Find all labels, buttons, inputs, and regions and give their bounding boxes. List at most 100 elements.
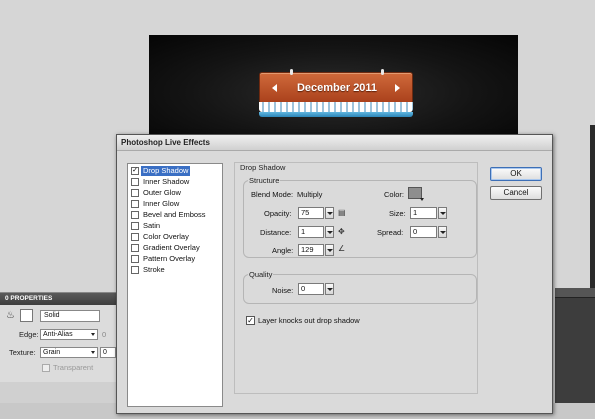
effect-item-inner-glow[interactable]: Inner Glow <box>130 199 222 209</box>
noise-dropdown[interactable] <box>325 283 334 295</box>
transparent-checkbox[interactable] <box>42 364 50 372</box>
calendar-header: December 2011 <box>259 69 413 104</box>
spread-label: Spread: <box>377 228 404 237</box>
effect-checkbox[interactable] <box>131 233 139 241</box>
effect-label: Inner Glow <box>143 199 180 208</box>
size-input[interactable]: 1 <box>410 207 437 219</box>
size-label: Size: <box>389 209 406 218</box>
angle-value: 129 <box>301 245 314 254</box>
effect-label: Pattern Overlay <box>143 254 196 263</box>
effect-item-inner-shadow[interactable]: Inner Shadow <box>130 177 222 187</box>
texture-value: Grain <box>43 349 61 356</box>
effect-checkbox[interactable] <box>131 178 139 186</box>
opacity-input[interactable]: 75 <box>298 207 324 219</box>
calendar-binding <box>259 102 413 112</box>
effect-item-pattern-overlay[interactable]: Pattern Overlay <box>130 254 222 264</box>
right-panel-titlebar <box>555 288 595 298</box>
edge-number: 0 <box>102 330 107 339</box>
effect-item-stroke[interactable]: Stroke <box>130 265 222 275</box>
effect-checkbox[interactable] <box>131 200 139 208</box>
effect-label: Stroke <box>143 265 165 274</box>
noise-label: Noise: <box>272 286 294 295</box>
effect-checkbox[interactable] <box>131 255 139 263</box>
move-icon[interactable]: ✥ <box>338 227 345 237</box>
texture-number-field[interactable]: 0 <box>100 347 116 358</box>
opacity-dropdown[interactable] <box>325 207 334 219</box>
effect-item-satin[interactable]: Satin <box>130 221 222 231</box>
effect-label: Gradient Overlay <box>143 243 200 252</box>
opacity-value: 75 <box>301 208 310 217</box>
knockout-checkbox[interactable]: ✓ <box>246 316 255 325</box>
chevron-down-icon <box>91 351 95 354</box>
effect-label: Outer Glow <box>143 188 181 197</box>
structure-title: Structure <box>248 176 281 185</box>
effect-label: Satin <box>143 221 161 230</box>
properties-panel: 0 PROPERTIES ♨ Solid Edge: Anti-Alias 0 … <box>0 292 118 382</box>
fill-color-swatch[interactable] <box>20 309 33 322</box>
angle-icon[interactable]: ∠ <box>338 244 345 254</box>
distance-label: Distance: <box>260 228 292 237</box>
effect-item-drop-shadow[interactable]: ✓ Drop Shadow <box>130 166 222 176</box>
calendar-graphic: December 2011 <box>259 69 413 130</box>
right-dark-panel <box>555 288 595 419</box>
settings-group-title: Drop Shadow <box>240 163 286 172</box>
arrow-right-icon <box>395 84 400 92</box>
effect-checkbox[interactable] <box>131 266 139 274</box>
distance-dropdown[interactable] <box>325 226 334 238</box>
spread-dropdown[interactable] <box>438 226 447 238</box>
effect-item-bevel-and-emboss[interactable]: Bevel and Emboss <box>130 210 222 220</box>
ok-button[interactable]: OK <box>490 167 542 181</box>
effect-checkbox[interactable] <box>131 222 139 230</box>
effect-checkbox[interactable] <box>131 189 139 197</box>
dialog-title: Photoshop Live Effects <box>121 138 210 147</box>
effect-label: Color Overlay <box>143 232 189 241</box>
calendar-base <box>259 112 413 117</box>
blend-mode-value: Multiply <box>297 190 323 199</box>
effect-item-outer-glow[interactable]: Outer Glow <box>130 188 222 198</box>
fill-bucket-icon[interactable]: ♨ <box>6 310 15 321</box>
texture-number: 0 <box>103 349 107 356</box>
effect-item-gradient-overlay[interactable]: Gradient Overlay <box>130 243 222 253</box>
calendar-title: December 2011 <box>296 82 378 94</box>
effect-checkbox[interactable] <box>131 211 139 219</box>
artboard: December 2011 <box>149 35 518 140</box>
angle-dropdown[interactable] <box>325 244 334 256</box>
distance-value: 1 <box>301 227 306 236</box>
size-value: 1 <box>413 208 418 217</box>
effect-item-color-overlay[interactable]: Color Overlay <box>130 232 222 242</box>
effect-checkbox[interactable] <box>131 244 139 252</box>
knockout-label: Layer knocks out drop shadow <box>258 316 360 325</box>
edge-select[interactable]: Anti-Alias <box>40 329 98 340</box>
color-label: Color: <box>384 190 405 199</box>
distance-input[interactable]: 1 <box>298 226 324 238</box>
angle-label: Angle: <box>272 246 294 255</box>
effect-label: Bevel and Emboss <box>143 210 206 219</box>
opacity-label: Opacity: <box>264 209 292 218</box>
fill-style-value: Solid <box>44 312 60 319</box>
spread-value: 0 <box>413 227 418 236</box>
fill-style-select[interactable]: Solid <box>40 310 100 322</box>
angle-input[interactable]: 129 <box>298 244 324 256</box>
cancel-button[interactable]: Cancel <box>490 186 542 200</box>
noise-value: 0 <box>301 284 306 293</box>
blend-mode-label: Blend Mode: <box>251 190 294 199</box>
chevron-down-icon <box>420 198 424 201</box>
effects-list: ✓ Drop Shadow Inner Shadow Outer Glow In… <box>127 163 223 407</box>
size-dropdown[interactable] <box>438 207 447 219</box>
dialog-titlebar[interactable]: Photoshop Live Effects <box>117 135 552 151</box>
effect-label: Drop Shadow <box>141 166 191 176</box>
transparent-label: Transparent <box>53 363 94 372</box>
properties-title: 0 PROPERTIES <box>5 295 53 302</box>
effect-checkbox[interactable]: ✓ <box>131 167 139 175</box>
effect-label: Inner Shadow <box>143 177 190 186</box>
quality-title: Quality <box>248 270 274 279</box>
edge-value: Anti-Alias <box>43 331 73 338</box>
chevron-down-icon <box>91 333 95 336</box>
properties-titlebar: 0 PROPERTIES <box>0 293 118 305</box>
opacity-slider-icon[interactable]: ▤ <box>338 208 346 218</box>
noise-input[interactable]: 0 <box>298 283 324 295</box>
spread-input[interactable]: 0 <box>410 226 437 238</box>
edge-label: Edge: <box>19 330 39 339</box>
texture-select[interactable]: Grain <box>40 347 98 358</box>
right-panel-edge <box>590 125 595 295</box>
